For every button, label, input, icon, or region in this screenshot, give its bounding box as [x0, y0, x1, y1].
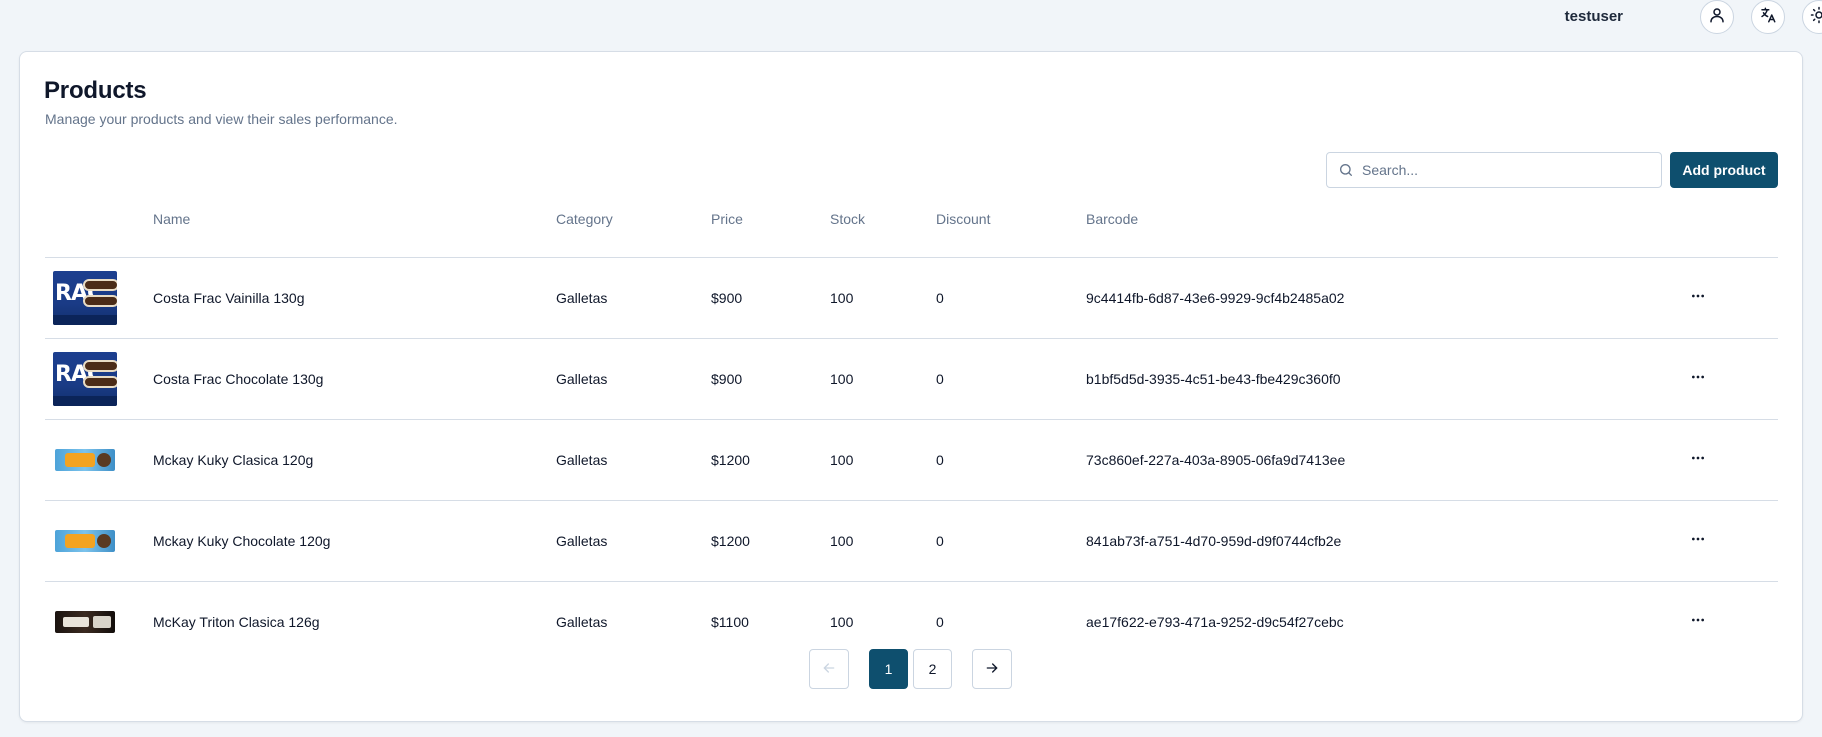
product-category: Galletas [556, 533, 608, 549]
table-row[interactable]: RAC Costa Frac Chocolate 130g Galletas $… [45, 339, 1778, 420]
product-barcode: 9c4414fb-6d87-43e6-9929-9cf4b2485a02 [1086, 290, 1345, 306]
more-horizontal-icon [1690, 288, 1706, 309]
table-row[interactable]: McKay Triton Clasica 126g Galletas $1100… [45, 582, 1778, 663]
product-stock: 100 [830, 452, 854, 468]
product-discount: 0 [936, 452, 944, 468]
table-row[interactable]: Mckay Kuky Clasica 120g Galletas $1200 1… [45, 420, 1778, 501]
row-actions-button[interactable] [1686, 610, 1710, 634]
product-discount: 0 [936, 533, 944, 549]
product-name: Costa Frac Vainilla 130g [153, 290, 305, 306]
page-title: Products [44, 77, 147, 104]
product-category: Galletas [556, 452, 608, 468]
column-header-discount[interactable]: Discount [936, 204, 990, 226]
arrow-right-icon [984, 660, 1000, 679]
product-name: Mckay Kuky Clasica 120g [153, 452, 314, 468]
row-actions-button[interactable] [1686, 367, 1710, 391]
search-field[interactable] [1326, 152, 1662, 188]
product-category: Galletas [556, 614, 608, 630]
column-header-stock[interactable]: Stock [830, 204, 865, 226]
product-price: $900 [711, 371, 743, 387]
more-horizontal-icon [1690, 369, 1706, 390]
product-barcode: 73c860ef-227a-403a-8905-06fa9d7413ee [1086, 452, 1346, 468]
language-button[interactable] [1751, 0, 1785, 34]
pagination-prev-button[interactable] [809, 649, 849, 689]
product-discount: 0 [936, 290, 944, 306]
column-header-price[interactable]: Price [711, 204, 743, 226]
row-actions-button[interactable] [1686, 448, 1710, 472]
product-image: RAC [53, 271, 117, 325]
product-discount: 0 [936, 371, 944, 387]
column-header-barcode[interactable]: Barcode [1086, 204, 1138, 226]
top-bar: testuser [0, 0, 1822, 36]
product-name: Costa Frac Chocolate 130g [153, 371, 324, 387]
table-header: Name Category Price Stock Discount Barco… [45, 204, 1778, 258]
row-actions-button[interactable] [1686, 286, 1710, 310]
table-row[interactable]: RAC Costa Frac Vainilla 130g Galletas $9… [45, 258, 1778, 339]
user-icon [1708, 6, 1726, 29]
column-header-category[interactable]: Category [556, 204, 613, 226]
pagination-next-button[interactable] [972, 649, 1012, 689]
product-barcode: 841ab73f-a751-4d70-959d-d9f0744cfb2e [1086, 533, 1342, 549]
product-price: $1100 [711, 614, 749, 630]
search-input[interactable] [1362, 162, 1652, 178]
page-description: Manage your products and view their sale… [45, 111, 398, 127]
products-card: Products Manage your products and view t… [19, 51, 1803, 722]
user-menu-button[interactable] [1700, 0, 1734, 34]
arrow-left-icon [821, 660, 837, 679]
column-header-name[interactable]: Name [153, 204, 190, 226]
product-image [53, 433, 117, 487]
theme-toggle-button[interactable] [1802, 0, 1822, 34]
product-stock: 100 [830, 371, 854, 387]
product-name: Mckay Kuky Chocolate 120g [153, 533, 331, 549]
sun-icon [1810, 6, 1822, 29]
table-row[interactable]: Mckay Kuky Chocolate 120g Galletas $1200… [45, 501, 1778, 582]
product-category: Galletas [556, 371, 608, 387]
search-icon [1338, 162, 1354, 178]
product-category: Galletas [556, 290, 608, 306]
product-name: McKay Triton Clasica 126g [153, 614, 320, 630]
more-horizontal-icon [1690, 612, 1706, 633]
translate-icon [1759, 6, 1777, 29]
more-horizontal-icon [1690, 531, 1706, 552]
more-horizontal-icon [1690, 450, 1706, 471]
product-price: $1200 [711, 452, 750, 468]
username: testuser [1564, 8, 1623, 25]
product-image [53, 514, 117, 568]
product-barcode: ae17f622-e793-471a-9252-d9c54f27cebc [1086, 614, 1344, 630]
product-image: RAC [53, 352, 117, 406]
product-stock: 100 [830, 533, 854, 549]
product-barcode: b1bf5d5d-3935-4c51-be43-fbe429c360f0 [1086, 371, 1341, 387]
product-price: $1200 [711, 533, 750, 549]
product-stock: 100 [830, 290, 854, 306]
product-price: $900 [711, 290, 743, 306]
add-product-button[interactable]: Add product [1670, 152, 1778, 188]
pagination-page-2[interactable]: 2 [913, 649, 952, 689]
row-actions-button[interactable] [1686, 529, 1710, 553]
product-image [53, 595, 117, 649]
pagination-page-1[interactable]: 1 [869, 649, 908, 689]
